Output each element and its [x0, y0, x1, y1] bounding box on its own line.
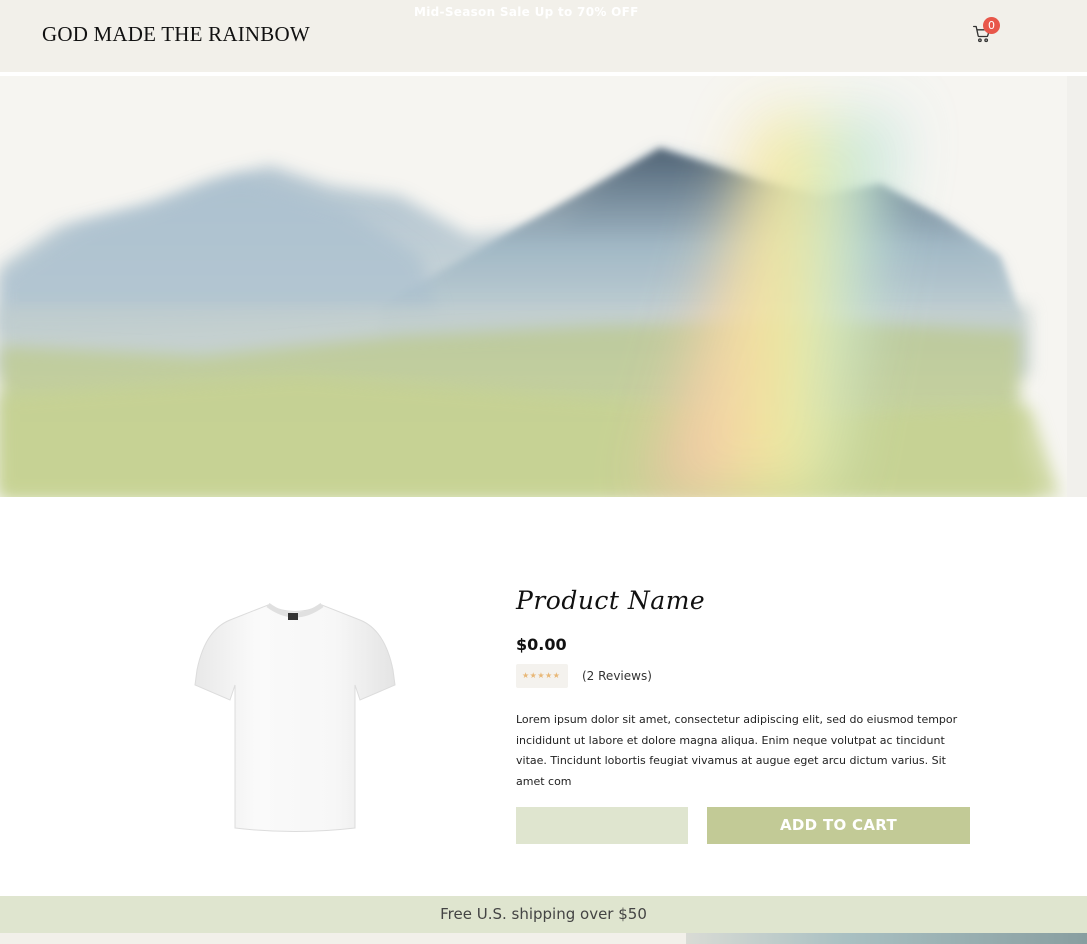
site-header: Mid-Season Sale Up to 70% OFF GOD MADE T…	[0, 0, 1087, 72]
cart-count-badge: 0	[983, 17, 1000, 34]
quantity-input[interactable]	[516, 807, 688, 844]
hero-edge	[1067, 76, 1087, 497]
footer-left-panel	[0, 933, 686, 944]
footer-right-image	[686, 933, 1087, 944]
product-description: Lorem ipsum dolor sit amet, consectetur …	[516, 713, 958, 788]
hero-watercolor-image	[0, 76, 1087, 497]
shipping-banner: Free U.S. shipping over $50	[0, 896, 1087, 933]
product-tshirt-image[interactable]	[190, 590, 400, 840]
product-price: $0.00	[516, 635, 567, 654]
promo-banner-text[interactable]: Mid-Season Sale Up to 70% OFF	[414, 5, 639, 19]
product-name: Product Name	[516, 586, 706, 615]
site-logo[interactable]: GOD MADE THE RAINBOW	[42, 22, 310, 47]
add-to-cart-button[interactable]: ADD TO CART	[707, 807, 970, 844]
rating-stars: ★★★★★	[516, 664, 568, 688]
reviews-link[interactable]: (2 Reviews)	[582, 669, 652, 683]
